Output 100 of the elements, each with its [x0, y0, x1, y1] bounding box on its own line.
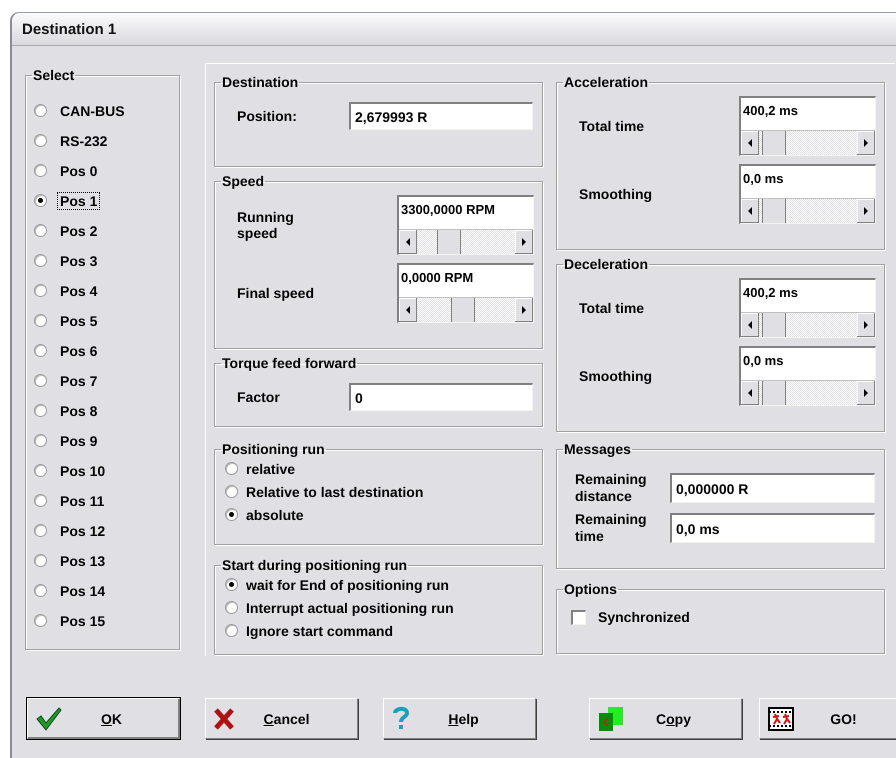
go-button[interactable]: GO!: [759, 698, 896, 739]
scroll-right-button[interactable]: [857, 313, 875, 337]
input-field[interactable]: 0: [349, 383, 533, 411]
group-title: Destination: [221, 74, 300, 90]
group-title: Torque feed forward: [221, 355, 358, 371]
field-label: Smoothing: [579, 186, 654, 202]
radio-label[interactable]: Pos 9: [57, 432, 100, 450]
radio-label[interactable]: Pos 5: [57, 312, 100, 330]
radio-button[interactable]: [34, 614, 47, 627]
copy-button[interactable]: Copy: [589, 698, 742, 739]
scroll-right-button[interactable]: [857, 381, 875, 405]
radio-label[interactable]: Pos 15: [57, 612, 108, 630]
radio-label[interactable]: Pos 12: [57, 522, 108, 540]
radio-button[interactable]: [34, 374, 47, 387]
question-mark-icon: [392, 706, 410, 732]
radio-label[interactable]: Pos 0: [57, 162, 100, 180]
scroll-right-button[interactable]: [515, 298, 533, 322]
field-label: Remaining distance: [575, 471, 648, 505]
scroll-thumb[interactable]: [437, 230, 461, 254]
radio-button[interactable]: [34, 164, 47, 177]
scroll-right-button[interactable]: [857, 131, 875, 155]
spin-field[interactable]: 0,0 ms: [739, 346, 876, 406]
spin-field[interactable]: 400,2 ms: [739, 96, 876, 156]
group-title: Acceleration: [563, 74, 650, 90]
spin-field[interactable]: 400,2 ms: [739, 278, 876, 338]
spin-field[interactable]: 3300,0000 RPM: [397, 195, 534, 255]
radio-button[interactable]: [34, 314, 47, 327]
radio-button[interactable]: [225, 624, 238, 637]
scroll-left-button[interactable]: [399, 230, 417, 254]
radio-button[interactable]: [34, 434, 47, 447]
input-field[interactable]: 2,679993 R: [349, 102, 533, 130]
radio-button[interactable]: [225, 601, 238, 614]
radio-button[interactable]: [34, 344, 47, 357]
spin-field[interactable]: 0,0 ms: [739, 164, 876, 224]
radio-button[interactable]: [225, 462, 238, 475]
scroll-left-button[interactable]: [741, 381, 759, 405]
scroll-right-button[interactable]: [515, 230, 533, 254]
readout-field: 0,0 ms: [670, 513, 875, 543]
right-arrow-icon: [864, 388, 868, 396]
radio-button[interactable]: [34, 104, 47, 117]
radio-label[interactable]: Pos 10: [57, 462, 108, 480]
ok-button[interactable]: OK: [27, 698, 180, 739]
group-title: Options: [563, 581, 618, 597]
window-title: Destination 1: [22, 20, 116, 38]
scroll-left-button[interactable]: [741, 313, 759, 337]
radio-button[interactable]: [34, 134, 47, 147]
radio-label[interactable]: Pos 8: [57, 402, 100, 420]
radio-label[interactable]: Pos 13: [57, 552, 108, 570]
radio-label[interactable]: Pos 11: [57, 492, 108, 510]
left-arrow-icon: [748, 320, 752, 328]
group-title: Select: [32, 67, 76, 83]
spin-field[interactable]: 0,0000 RPM: [397, 263, 534, 323]
radio-button[interactable]: [225, 485, 238, 498]
radio-label[interactable]: Ignore start command: [246, 622, 394, 638]
radio-label[interactable]: Pos 14: [57, 582, 108, 600]
radio-label[interactable]: Pos 6: [57, 342, 100, 360]
scroll-right-button[interactable]: [857, 199, 875, 223]
left-arrow-icon: [748, 206, 752, 214]
field-label: Total time: [579, 300, 646, 316]
scroll-left-button[interactable]: [399, 298, 417, 322]
scroll-left-button[interactable]: [741, 199, 759, 223]
radio-button[interactable]: [34, 524, 47, 537]
radio-button[interactable]: [34, 254, 47, 267]
help-button[interactable]: Help: [383, 698, 536, 739]
scroll-thumb[interactable]: [762, 131, 786, 155]
radio-label[interactable]: CAN-BUS: [57, 102, 128, 120]
checkbox-label[interactable]: Synchronized: [598, 609, 690, 625]
field-value: 0,0 ms: [742, 170, 784, 188]
radio-label[interactable]: Pos 7: [57, 372, 100, 390]
radio-label[interactable]: absolute: [246, 506, 304, 522]
left-arrow-icon: [406, 238, 410, 246]
radio-label[interactable]: Interrupt actual positioning run: [246, 600, 454, 616]
radio-button[interactable]: [34, 404, 47, 417]
radio-button[interactable]: [34, 194, 47, 207]
radio-button[interactable]: [34, 494, 47, 507]
scroll-thumb[interactable]: [762, 381, 786, 405]
radio-button[interactable]: [34, 584, 47, 597]
checkbox[interactable]: [571, 610, 586, 624]
scroll-thumb[interactable]: [762, 199, 786, 223]
scroll-left-button[interactable]: [741, 131, 759, 155]
radio-label[interactable]: wait for End of positioning run: [246, 576, 449, 592]
radio-button[interactable]: [34, 464, 47, 477]
radio-label[interactable]: Pos 3: [57, 252, 100, 270]
scroll-thumb[interactable]: [451, 298, 475, 322]
field-label: Smoothing: [579, 368, 654, 384]
scroll-thumb[interactable]: [762, 313, 786, 337]
group-title: Start during positioning run: [221, 557, 408, 573]
radio-button[interactable]: [225, 508, 238, 521]
radio-label[interactable]: RS-232: [57, 132, 110, 150]
cancel-button[interactable]: Cancel: [205, 698, 358, 739]
radio-button[interactable]: [34, 224, 47, 237]
radio-label[interactable]: relative: [246, 460, 296, 476]
radio-label[interactable]: Pos 2: [57, 222, 100, 240]
radio-button[interactable]: [34, 554, 47, 567]
radio-button[interactable]: [34, 284, 47, 297]
radio-button[interactable]: [225, 578, 238, 591]
radio-label[interactable]: Relative to last destination: [246, 484, 424, 500]
radio-label[interactable]: Pos 1: [57, 192, 100, 210]
radio-label[interactable]: Pos 4: [57, 282, 100, 300]
right-arrow-icon: [864, 206, 868, 214]
